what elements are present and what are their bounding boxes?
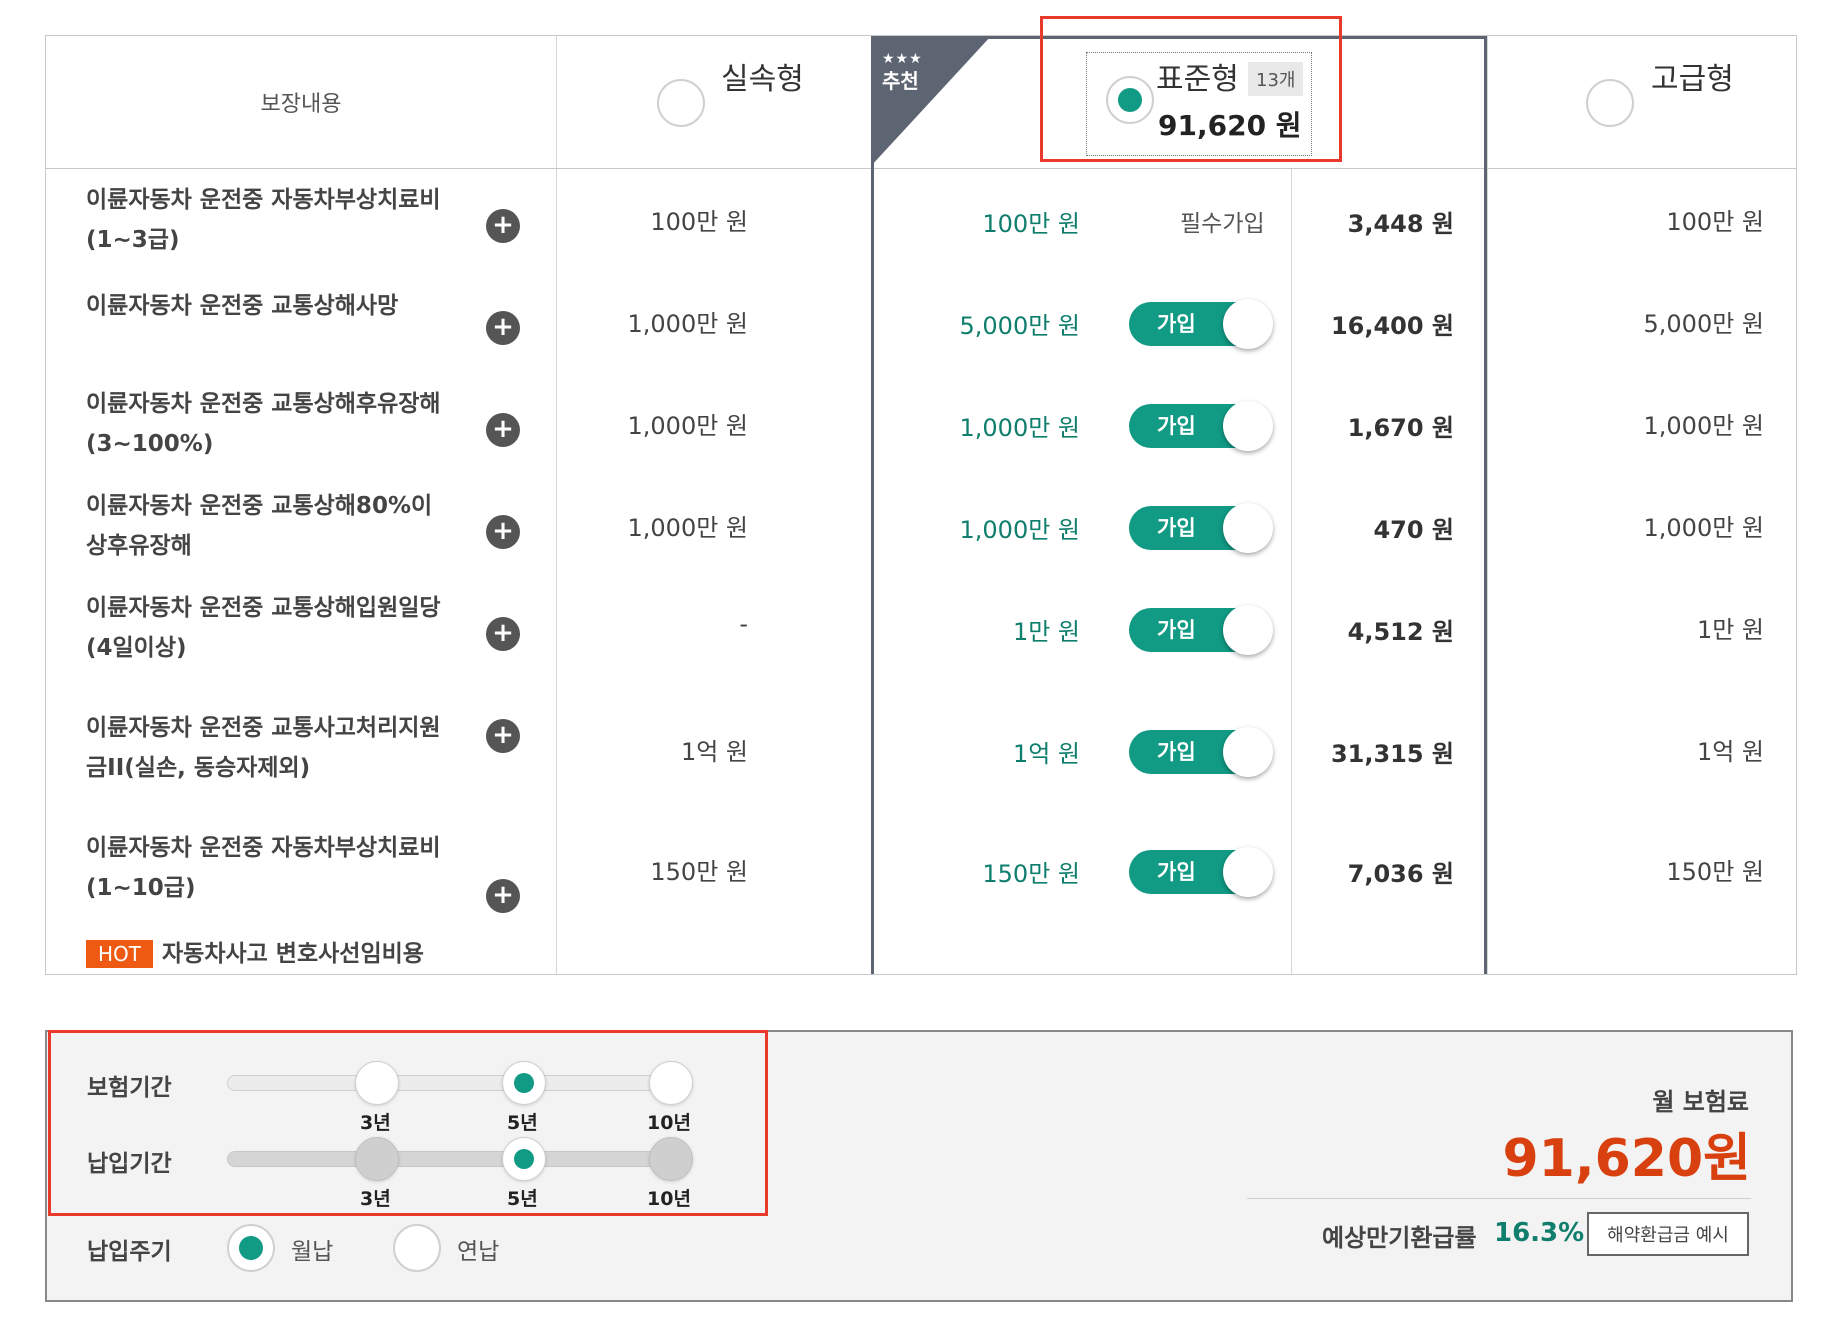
basic-amount: 100만 원 bbox=[650, 208, 748, 236]
standard-amount: 100만 원 bbox=[982, 210, 1080, 238]
monthly-premium-label: 월 보험료 bbox=[1652, 1088, 1749, 1116]
advanced-amount: 1억 원 bbox=[1696, 738, 1764, 766]
advanced-amount: 150만 원 bbox=[1666, 858, 1764, 886]
recommend-label: ★★★ 추천 bbox=[882, 48, 923, 92]
monthly-premium-value: 91,620원 bbox=[1502, 1129, 1751, 1189]
refund-rate-value: 16.3% bbox=[1494, 1218, 1585, 1248]
basic-amount: 1,000만 원 bbox=[627, 514, 749, 542]
coverage-label: 이륜자동차 운전중 교통상해입원일당 (4일이상) bbox=[86, 595, 441, 661]
plan-basic-radio[interactable] bbox=[657, 79, 705, 127]
basic-amount: - bbox=[739, 610, 748, 638]
coverage-label: 자동차사고 변호사선임비용 bbox=[162, 941, 424, 967]
coverage-label: 이륜자동차 운전중 교통상해80%이 상후유장해 bbox=[86, 493, 433, 559]
monthly-label: 월납 bbox=[291, 1239, 334, 1265]
standard-amount: 5,000만 원 bbox=[959, 312, 1081, 340]
table-row: 이륜자동차 운전중 교통사고처리지원 금II(실손, 동승자제외) + 1억 원 … bbox=[46, 678, 1796, 800]
advanced-amount: 1,000만 원 bbox=[1643, 412, 1765, 440]
basic-amount: 1,000만 원 bbox=[627, 412, 749, 440]
highlight-box bbox=[48, 1030, 768, 1216]
premium-amount: 4,512 원 bbox=[1347, 618, 1454, 646]
advanced-amount: 5,000만 원 bbox=[1643, 310, 1765, 338]
coverage-label: 이륜자동차 운전중 교통상해사망 bbox=[86, 293, 399, 319]
standard-amount: 1,000만 원 bbox=[959, 414, 1081, 442]
hot-badge: HOT bbox=[86, 940, 153, 968]
expand-plus-icon[interactable]: + bbox=[486, 515, 520, 549]
payment-cycle-label: 납입주기 bbox=[87, 1239, 172, 1265]
coverage-header: 보장내용 bbox=[260, 92, 342, 117]
coverage-label: 이륜자동차 운전중 교통사고처리지원 금II(실손, 동승자제외) bbox=[86, 715, 441, 781]
standard-amount: 150만 원 bbox=[982, 860, 1080, 888]
stars-icon: ★★★ bbox=[882, 51, 923, 67]
plan-advanced-radio[interactable] bbox=[1586, 79, 1634, 127]
coverage-label: 이륜자동차 운전중 자동차부상치료비 (1~10급) bbox=[86, 835, 441, 901]
table-row: 이륜자동차 운전중 교통상해후유장해 (3~100%) + 1,000만 원 1,… bbox=[46, 372, 1796, 474]
advanced-amount: 1만 원 bbox=[1696, 616, 1764, 644]
standard-amount: 1억 원 bbox=[1012, 740, 1080, 768]
premium-amount: 31,315 원 bbox=[1330, 740, 1454, 768]
plan-basic-name: 실속형 bbox=[721, 62, 804, 97]
refund-example-button[interactable]: 해약환급금 예시 bbox=[1587, 1212, 1749, 1256]
yearly-radio[interactable] bbox=[393, 1224, 441, 1272]
table-row: 이륜자동차 운전중 교통상해80%이 상후유장해 + 1,000만 원 1,000… bbox=[46, 474, 1796, 576]
advanced-amount: 1,000만 원 bbox=[1643, 514, 1765, 542]
basic-amount: 150만 원 bbox=[650, 858, 748, 886]
plan-advanced-name: 고급형 bbox=[1651, 62, 1734, 97]
join-toggle[interactable]: 가입 bbox=[1129, 503, 1273, 553]
table-row: 이륜자동차 운전중 자동차부상치료비 (1~10급) + 150만 원 150만 … bbox=[46, 800, 1796, 920]
premium-amount: 470 원 bbox=[1373, 516, 1454, 544]
premium-amount: 3,448 원 bbox=[1347, 210, 1454, 238]
required-label: 필수가입 bbox=[1180, 211, 1265, 237]
coverage-table: 보장내용 실속형 ★★★ 추천 표준형 13개 91,620 원 고급형 이륜자… bbox=[45, 35, 1797, 975]
join-toggle[interactable]: 가입 bbox=[1129, 401, 1273, 451]
basic-amount: 1억 원 bbox=[680, 738, 748, 766]
table-row: 이륜자동차 운전중 교통상해사망 + 1,000만 원 5,000만 원 가입 … bbox=[46, 270, 1796, 372]
join-toggle[interactable]: 가입 bbox=[1129, 299, 1273, 349]
expand-plus-icon[interactable]: + bbox=[486, 879, 520, 913]
refund-rate-label: 예상만기환급률 bbox=[1322, 1224, 1477, 1252]
coverage-label: 이륜자동차 운전중 자동차부상치료비 (1~3급) bbox=[86, 187, 441, 253]
premium-amount: 16,400 원 bbox=[1330, 312, 1454, 340]
yearly-label: 연납 bbox=[457, 1239, 500, 1265]
expand-plus-icon[interactable]: + bbox=[486, 617, 520, 651]
table-row: 이륜자동차 운전중 교통상해입원일당 (4일이상) + - 1만 원 가입 4,5… bbox=[46, 576, 1796, 678]
standard-amount: 1,000만 원 bbox=[959, 516, 1081, 544]
summary-divider bbox=[1247, 1198, 1751, 1199]
monthly-radio[interactable] bbox=[227, 1224, 275, 1272]
table-row: 이륜자동차 운전중 자동차부상치료비 (1~3급) + 100만 원 100만 원… bbox=[46, 168, 1796, 270]
basic-amount: 1,000만 원 bbox=[627, 310, 749, 338]
expand-plus-icon[interactable]: + bbox=[486, 719, 520, 753]
table-row: HOT 자동차사고 변호사선임비용 + bbox=[46, 920, 1796, 974]
premium-amount: 7,036 원 bbox=[1347, 860, 1454, 888]
expand-plus-icon[interactable]: + bbox=[486, 413, 520, 447]
expand-plus-icon[interactable]: + bbox=[486, 209, 520, 243]
highlight-box bbox=[1040, 16, 1342, 162]
coverage-label: 이륜자동차 운전중 교통상해후유장해 (3~100%) bbox=[86, 391, 441, 457]
join-toggle[interactable]: 가입 bbox=[1129, 727, 1273, 777]
standard-amount: 1만 원 bbox=[1012, 618, 1080, 646]
join-toggle[interactable]: 가입 bbox=[1129, 605, 1273, 655]
premium-amount: 1,670 원 bbox=[1347, 414, 1454, 442]
expand-plus-icon[interactable]: + bbox=[486, 311, 520, 345]
join-toggle[interactable]: 가입 bbox=[1129, 847, 1273, 897]
advanced-amount: 100만 원 bbox=[1666, 208, 1764, 236]
